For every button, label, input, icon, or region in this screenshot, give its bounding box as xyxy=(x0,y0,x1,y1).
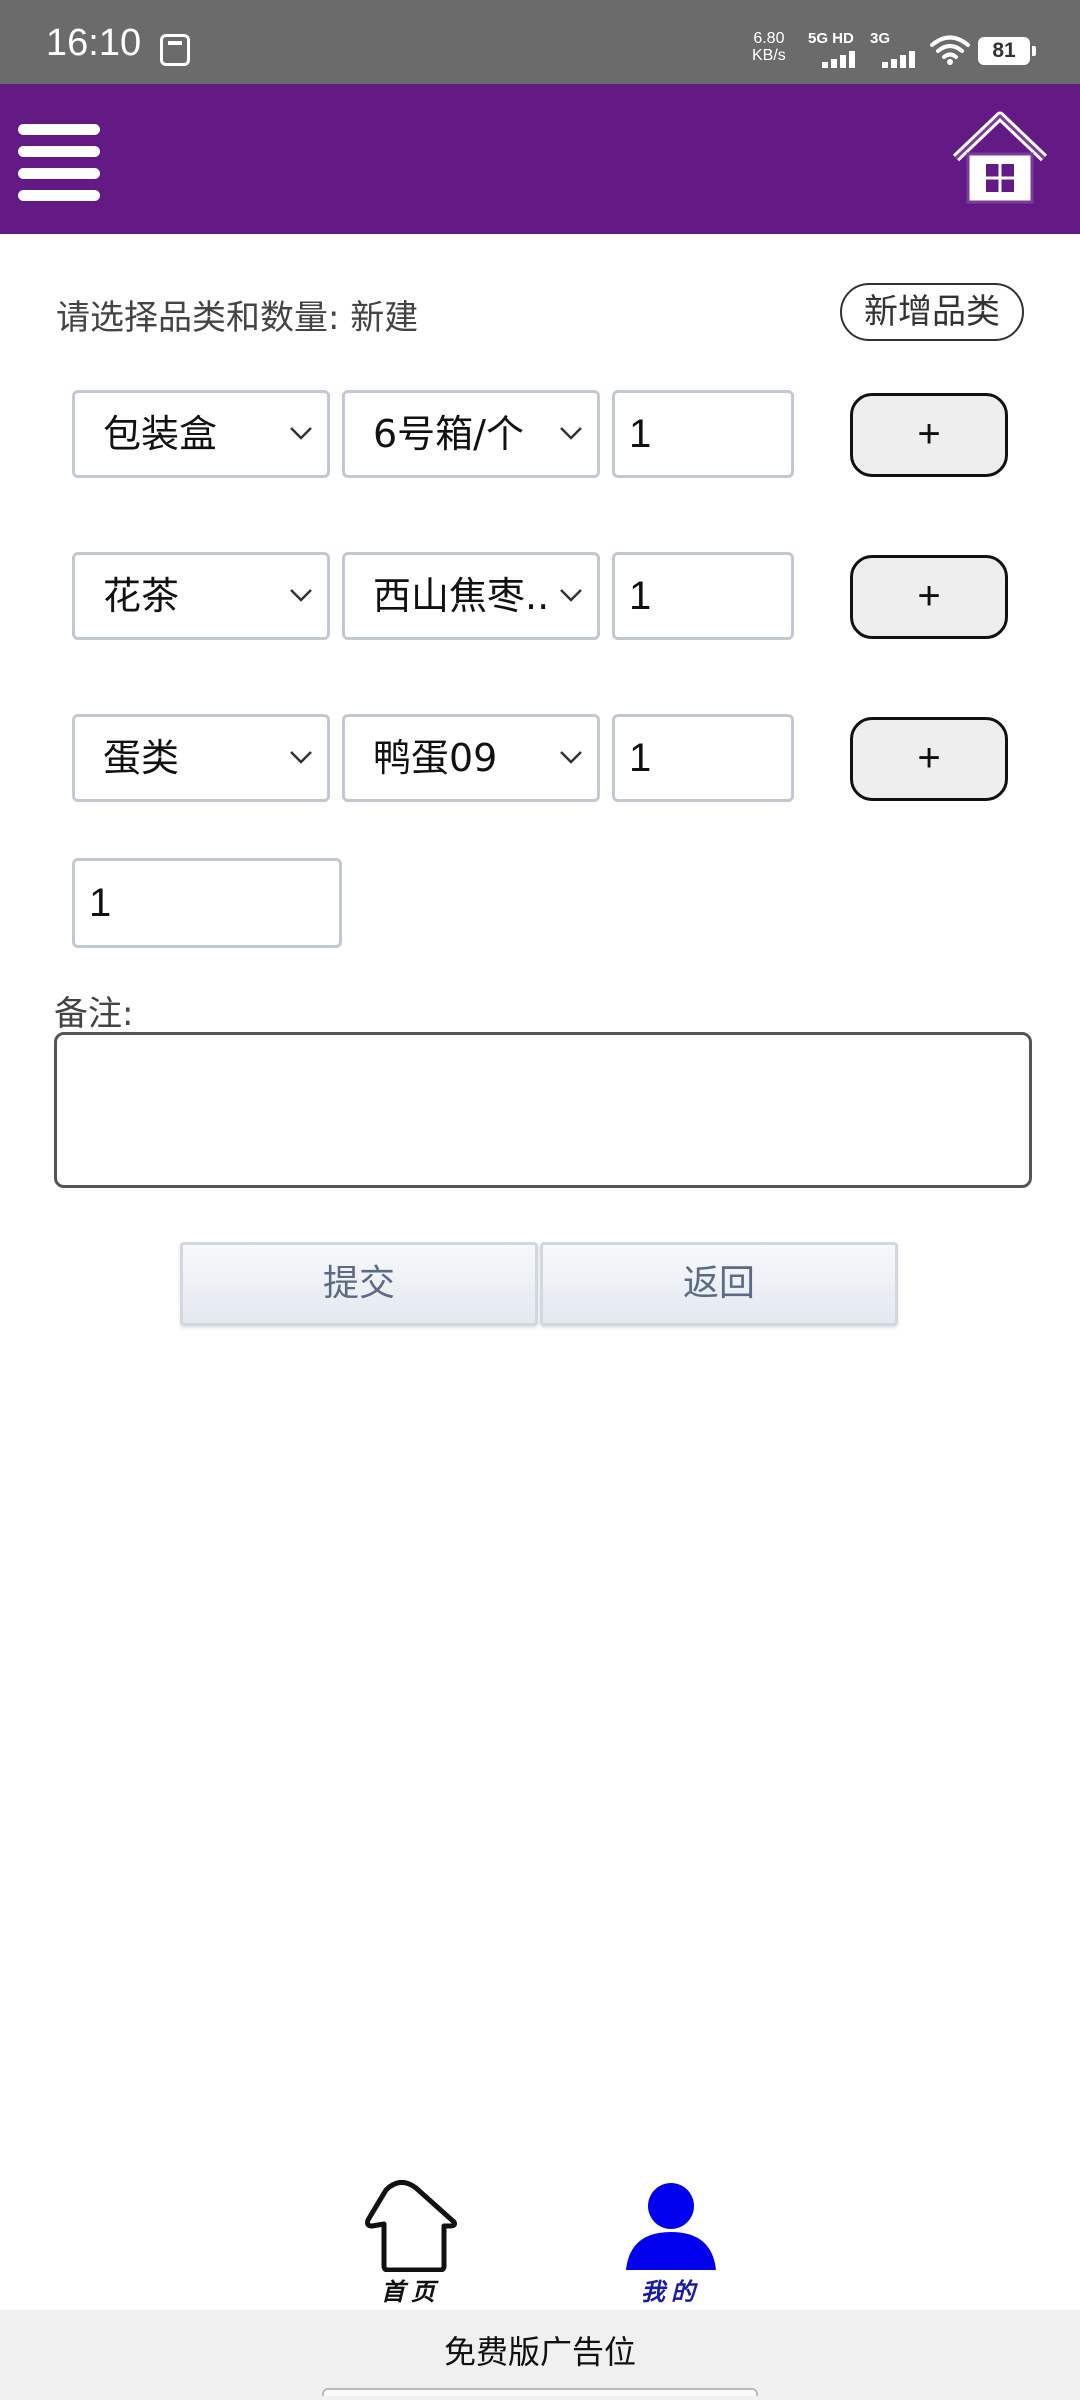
sim1-label: 5G HD xyxy=(808,30,854,47)
sim2-label: 3G xyxy=(870,30,891,47)
chevron-down-icon xyxy=(560,589,582,602)
item-select-value: 6号箱/个 xyxy=(373,412,524,456)
back-button[interactable]: 返回 xyxy=(540,1242,898,1326)
battery-icon: 81 xyxy=(978,37,1036,65)
network-speed-unit: KB/s xyxy=(752,47,786,64)
category-select-value: 蛋类 xyxy=(103,736,180,780)
remark-label: 备注: xyxy=(54,994,134,1034)
chevron-down-icon xyxy=(290,751,312,764)
network-speed: 6.80 KB/s xyxy=(752,30,786,64)
gesture-bar[interactable] xyxy=(322,2388,758,2396)
remark-textarea[interactable] xyxy=(54,1032,1032,1188)
add-row-button[interactable]: + xyxy=(850,393,1008,477)
category-select[interactable]: 包装盒 xyxy=(72,390,330,478)
extra-quantity-input[interactable]: 1 xyxy=(72,858,342,948)
category-select[interactable]: 蛋类 xyxy=(72,714,330,802)
ad-banner[interactable]: 免费版广告位 xyxy=(0,2310,1080,2400)
add-row-button[interactable]: + xyxy=(850,717,1008,801)
chevron-down-icon xyxy=(290,589,312,602)
nav-mine[interactable]: 我的 xyxy=(616,2180,726,2306)
submit-button[interactable]: 提交 xyxy=(180,1242,538,1326)
notification-app-icon xyxy=(160,34,190,66)
item-select[interactable]: 西山焦枣... xyxy=(342,552,600,640)
item-select-value: 西山焦枣... xyxy=(373,574,549,618)
nav-mine-label: 我的 xyxy=(641,2277,701,2306)
nav-home-label: 首页 xyxy=(381,2277,441,2306)
ad-text: 免费版广告位 xyxy=(443,2333,636,2371)
chevron-down-icon xyxy=(290,427,312,440)
item-select[interactable]: 鸭蛋09 xyxy=(342,714,600,802)
house-outline-icon xyxy=(365,2180,457,2273)
wifi-icon xyxy=(930,35,970,65)
quantity-input[interactable]: 1 xyxy=(612,714,794,802)
add-category-button[interactable]: 新增品类 xyxy=(840,283,1024,341)
sim1-signal-icon xyxy=(822,50,862,68)
category-select-value: 包装盒 xyxy=(103,412,218,456)
status-bar: 16:10 6.80 KB/s 5G HD 3G 81 xyxy=(0,0,1080,84)
category-select[interactable]: 花茶 xyxy=(72,552,330,640)
network-speed-value: 6.80 xyxy=(753,30,785,47)
category-select-value: 花茶 xyxy=(103,574,180,618)
battery-level: 81 xyxy=(992,39,1016,62)
chevron-down-icon xyxy=(560,751,582,764)
item-select-value: 鸭蛋09 xyxy=(373,736,498,780)
nav-home[interactable]: 首页 xyxy=(356,2180,466,2306)
status-time: 16:10 xyxy=(46,22,142,64)
person-icon xyxy=(626,2183,716,2270)
house-icon[interactable] xyxy=(950,110,1050,210)
quantity-input[interactable]: 1 xyxy=(612,552,794,640)
app-bar xyxy=(0,84,1080,234)
hamburger-icon[interactable] xyxy=(18,122,100,206)
item-select[interactable]: 6号箱/个 xyxy=(342,390,600,478)
sim2-signal-icon xyxy=(882,50,922,68)
chevron-down-icon xyxy=(560,427,582,440)
add-row-button[interactable]: + xyxy=(850,555,1008,639)
form-prompt: 请选择品类和数量: 新建 xyxy=(56,298,419,338)
quantity-input[interactable]: 1 xyxy=(612,390,794,478)
